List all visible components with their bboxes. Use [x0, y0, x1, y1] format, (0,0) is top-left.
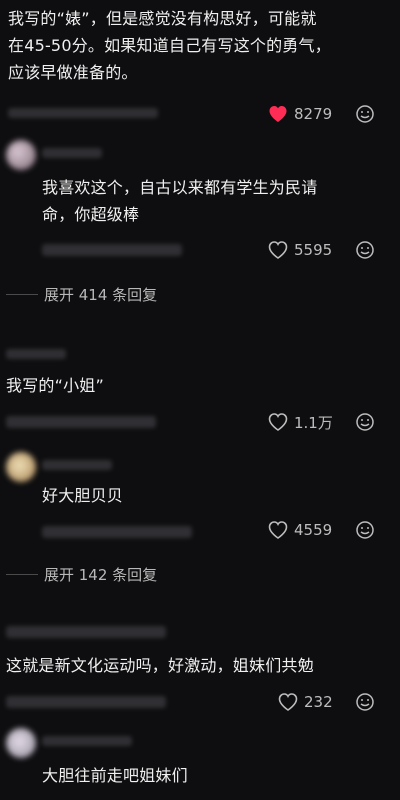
comment-5-line-1: 这就是新文化运动吗，好激动，姐妹们共勉 [6, 656, 314, 675]
smile-icon[interactable] [355, 104, 375, 124]
smile-icon[interactable] [355, 692, 375, 712]
smile-icon[interactable] [355, 412, 375, 432]
like-button-5[interactable]: 232 [278, 690, 333, 714]
divider [6, 573, 38, 575]
blurred-username [42, 460, 112, 470]
comment-1-line-1: 我写的“婊”，但是感觉没有构思好，可能就 [8, 9, 317, 28]
heart-icon [268, 521, 288, 539]
smile-icon[interactable] [355, 520, 375, 540]
comment-text-5: 这就是新文化运动吗，好激动，姐妹们共勉 [6, 652, 396, 679]
like-button-3[interactable]: 1.1万 [268, 410, 333, 434]
heart-icon [269, 106, 287, 122]
comment-2-line-1: 我喜欢这个，自古以来都有学生为民请 [42, 178, 318, 197]
comment-2-line-2: 命，你超级棒 [42, 205, 140, 224]
heart-icon [268, 241, 288, 259]
blurred-meta [8, 108, 158, 118]
comment-text-1: 我写的“婊”，但是感觉没有构思好，可能就 在45-50分。如果知道自己有写这个的… [8, 5, 393, 86]
blurred-meta [6, 416, 156, 428]
comment-4-line-1: 好大胆贝贝 [42, 486, 124, 505]
comment-3-line-1: 我写的“小姐” [6, 376, 104, 395]
like-button-1[interactable]: 8279 [268, 102, 332, 126]
expand-replies-label: 展开 142 条回复 [44, 565, 158, 584]
like-count-5: 232 [304, 693, 333, 711]
blurred-meta [42, 526, 192, 538]
blurred-meta [42, 244, 182, 256]
like-button-4[interactable]: 4559 [268, 518, 332, 542]
like-button-2[interactable]: 5595 [268, 238, 332, 262]
like-count-1: 8279 [294, 105, 333, 123]
like-count-2: 5595 [294, 241, 333, 259]
blurred-username [6, 349, 66, 359]
comment-text-2: 我喜欢这个，自古以来都有学生为民请 命，你超级棒 [42, 174, 392, 228]
smile-icon[interactable] [355, 240, 375, 260]
blurred-username [6, 626, 166, 638]
expand-replies-label: 展开 414 条回复 [44, 285, 158, 304]
like-count-3: 1.1万 [294, 413, 333, 432]
comment-text-6: 大胆往前走吧姐妹们 [42, 762, 392, 789]
expand-replies-button[interactable]: 展开 414 条回复 [6, 283, 157, 305]
comment-text-3: 我写的“小姐” [6, 372, 386, 399]
avatar[interactable] [6, 140, 36, 170]
expand-replies-button[interactable]: 展开 142 条回复 [6, 563, 157, 585]
blurred-username [42, 148, 102, 158]
blurred-username [42, 736, 132, 746]
heart-icon [268, 413, 288, 431]
avatar[interactable] [6, 452, 36, 482]
heart-icon [278, 693, 298, 711]
comment-1-line-3: 应该早做准备的。 [8, 63, 138, 82]
comment-text-4: 好大胆贝贝 [42, 482, 392, 509]
comment-1-line-2: 在45-50分。如果知道自己有写这个的勇气， [8, 36, 331, 55]
comment-6-line-1: 大胆往前走吧姐妹们 [42, 766, 188, 785]
blurred-meta [6, 696, 166, 708]
like-count-4: 4559 [294, 521, 333, 539]
divider [6, 293, 38, 295]
avatar[interactable] [6, 728, 36, 758]
